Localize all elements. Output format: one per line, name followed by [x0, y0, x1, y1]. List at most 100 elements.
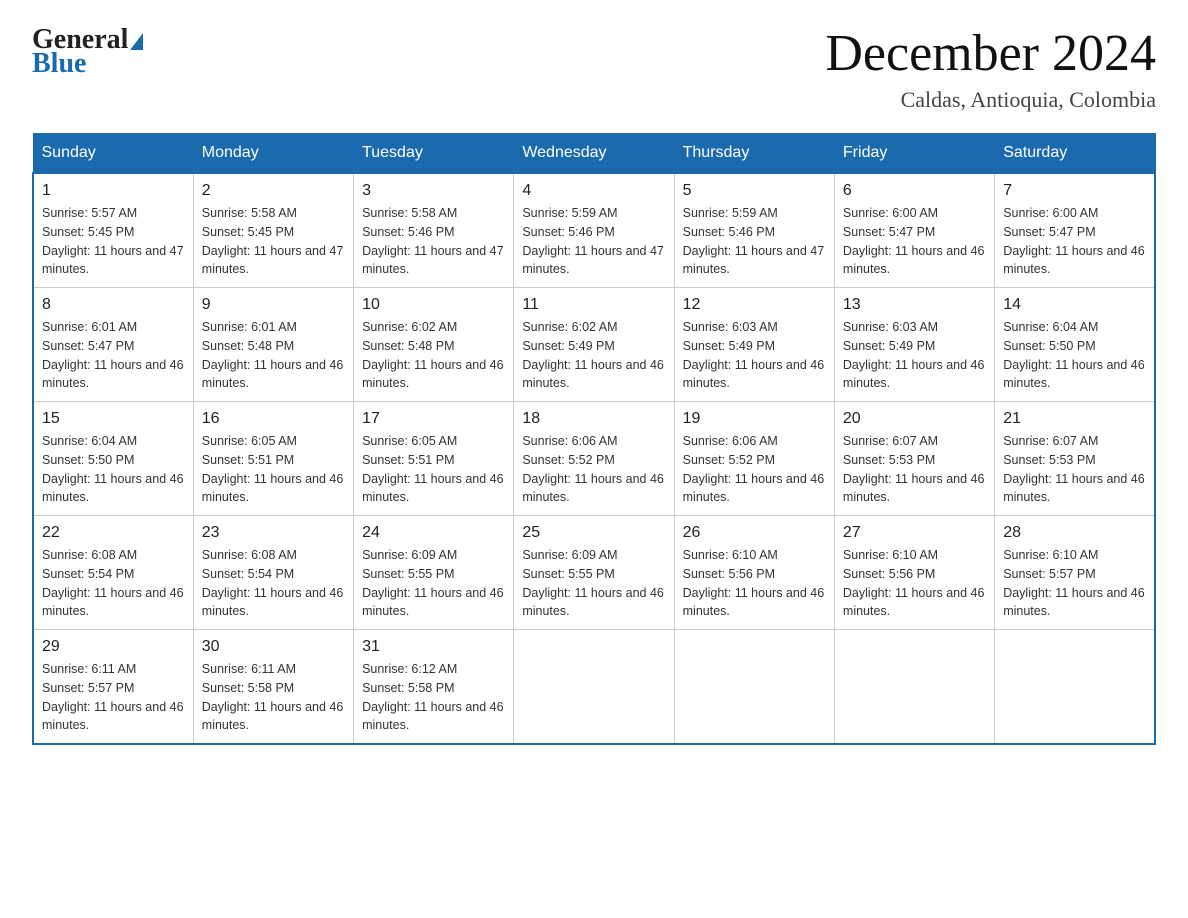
logo: General Blue: [32, 24, 143, 80]
week-row-3: 15 Sunrise: 6:04 AMSunset: 5:50 PMDaylig…: [33, 402, 1155, 516]
day-cell: [674, 630, 834, 745]
day-number: 29: [42, 638, 185, 656]
day-cell: 20 Sunrise: 6:07 AMSunset: 5:53 PMDaylig…: [834, 402, 994, 516]
day-cell: 3 Sunrise: 5:58 AMSunset: 5:46 PMDayligh…: [354, 173, 514, 288]
day-cell: 13 Sunrise: 6:03 AMSunset: 5:49 PMDaylig…: [834, 288, 994, 402]
col-header-friday: Friday: [834, 134, 994, 174]
day-cell: 8 Sunrise: 6:01 AMSunset: 5:47 PMDayligh…: [33, 288, 193, 402]
day-number: 17: [362, 410, 505, 428]
week-row-1: 1 Sunrise: 5:57 AMSunset: 5:45 PMDayligh…: [33, 173, 1155, 288]
day-cell: [995, 630, 1155, 745]
day-cell: 29 Sunrise: 6:11 AMSunset: 5:57 PMDaylig…: [33, 630, 193, 745]
day-number: 25: [522, 524, 665, 542]
day-info: Sunrise: 6:08 AMSunset: 5:54 PMDaylight:…: [42, 546, 185, 621]
day-info: Sunrise: 6:03 AMSunset: 5:49 PMDaylight:…: [843, 318, 986, 393]
day-info: Sunrise: 6:01 AMSunset: 5:48 PMDaylight:…: [202, 318, 345, 393]
day-info: Sunrise: 6:04 AMSunset: 5:50 PMDaylight:…: [1003, 318, 1146, 393]
day-cell: 12 Sunrise: 6:03 AMSunset: 5:49 PMDaylig…: [674, 288, 834, 402]
logo-container: General Blue: [32, 24, 143, 80]
day-info: Sunrise: 6:06 AMSunset: 5:52 PMDaylight:…: [522, 432, 665, 507]
day-info: Sunrise: 6:00 AMSunset: 5:47 PMDaylight:…: [843, 204, 986, 279]
day-cell: 25 Sunrise: 6:09 AMSunset: 5:55 PMDaylig…: [514, 516, 674, 630]
day-number: 18: [522, 410, 665, 428]
col-header-thursday: Thursday: [674, 134, 834, 174]
col-header-wednesday: Wednesday: [514, 134, 674, 174]
day-cell: 1 Sunrise: 5:57 AMSunset: 5:45 PMDayligh…: [33, 173, 193, 288]
day-info: Sunrise: 6:11 AMSunset: 5:58 PMDaylight:…: [202, 660, 345, 735]
col-header-monday: Monday: [193, 134, 353, 174]
day-info: Sunrise: 5:57 AMSunset: 5:45 PMDaylight:…: [42, 204, 185, 279]
week-row-5: 29 Sunrise: 6:11 AMSunset: 5:57 PMDaylig…: [33, 630, 1155, 745]
day-cell: 4 Sunrise: 5:59 AMSunset: 5:46 PMDayligh…: [514, 173, 674, 288]
day-info: Sunrise: 6:02 AMSunset: 5:49 PMDaylight:…: [522, 318, 665, 393]
day-number: 12: [683, 296, 826, 314]
calendar-title: December 2024: [825, 24, 1156, 83]
calendar-subtitle: Caldas, Antioquia, Colombia: [825, 87, 1156, 113]
logo-blue-text: Blue: [32, 48, 86, 79]
day-cell: [834, 630, 994, 745]
day-number: 6: [843, 182, 986, 200]
day-number: 26: [683, 524, 826, 542]
day-info: Sunrise: 6:07 AMSunset: 5:53 PMDaylight:…: [1003, 432, 1146, 507]
day-cell: 31 Sunrise: 6:12 AMSunset: 5:58 PMDaylig…: [354, 630, 514, 745]
day-cell: 28 Sunrise: 6:10 AMSunset: 5:57 PMDaylig…: [995, 516, 1155, 630]
title-area: December 2024 Caldas, Antioquia, Colombi…: [825, 24, 1156, 113]
day-info: Sunrise: 5:58 AMSunset: 5:45 PMDaylight:…: [202, 204, 345, 279]
day-number: 27: [843, 524, 986, 542]
day-cell: 15 Sunrise: 6:04 AMSunset: 5:50 PMDaylig…: [33, 402, 193, 516]
col-header-tuesday: Tuesday: [354, 134, 514, 174]
day-cell: 10 Sunrise: 6:02 AMSunset: 5:48 PMDaylig…: [354, 288, 514, 402]
day-number: 28: [1003, 524, 1146, 542]
logo-blue-part: [128, 33, 143, 56]
day-info: Sunrise: 6:10 AMSunset: 5:57 PMDaylight:…: [1003, 546, 1146, 621]
day-info: Sunrise: 5:59 AMSunset: 5:46 PMDaylight:…: [683, 204, 826, 279]
day-number: 31: [362, 638, 505, 656]
day-info: Sunrise: 6:01 AMSunset: 5:47 PMDaylight:…: [42, 318, 185, 393]
week-row-4: 22 Sunrise: 6:08 AMSunset: 5:54 PMDaylig…: [33, 516, 1155, 630]
day-number: 10: [362, 296, 505, 314]
day-number: 3: [362, 182, 505, 200]
day-number: 5: [683, 182, 826, 200]
col-header-sunday: Sunday: [33, 134, 193, 174]
day-info: Sunrise: 6:11 AMSunset: 5:57 PMDaylight:…: [42, 660, 185, 735]
day-cell: 17 Sunrise: 6:05 AMSunset: 5:51 PMDaylig…: [354, 402, 514, 516]
day-number: 24: [362, 524, 505, 542]
day-number: 19: [683, 410, 826, 428]
day-info: Sunrise: 6:02 AMSunset: 5:48 PMDaylight:…: [362, 318, 505, 393]
day-number: 21: [1003, 410, 1146, 428]
day-number: 14: [1003, 296, 1146, 314]
day-number: 11: [522, 296, 665, 314]
day-cell: 27 Sunrise: 6:10 AMSunset: 5:56 PMDaylig…: [834, 516, 994, 630]
day-cell: 7 Sunrise: 6:00 AMSunset: 5:47 PMDayligh…: [995, 173, 1155, 288]
day-cell: 5 Sunrise: 5:59 AMSunset: 5:46 PMDayligh…: [674, 173, 834, 288]
page-header: General Blue December 2024 Caldas, Antio…: [32, 24, 1156, 113]
calendar-table: SundayMondayTuesdayWednesdayThursdayFrid…: [32, 133, 1156, 745]
day-info: Sunrise: 6:06 AMSunset: 5:52 PMDaylight:…: [683, 432, 826, 507]
day-cell: [514, 630, 674, 745]
day-number: 2: [202, 182, 345, 200]
day-info: Sunrise: 6:05 AMSunset: 5:51 PMDaylight:…: [362, 432, 505, 507]
day-cell: 14 Sunrise: 6:04 AMSunset: 5:50 PMDaylig…: [995, 288, 1155, 402]
day-number: 16: [202, 410, 345, 428]
day-cell: 11 Sunrise: 6:02 AMSunset: 5:49 PMDaylig…: [514, 288, 674, 402]
day-info: Sunrise: 6:10 AMSunset: 5:56 PMDaylight:…: [683, 546, 826, 621]
day-number: 20: [843, 410, 986, 428]
day-info: Sunrise: 6:04 AMSunset: 5:50 PMDaylight:…: [42, 432, 185, 507]
day-info: Sunrise: 6:03 AMSunset: 5:49 PMDaylight:…: [683, 318, 826, 393]
day-number: 7: [1003, 182, 1146, 200]
day-cell: 23 Sunrise: 6:08 AMSunset: 5:54 PMDaylig…: [193, 516, 353, 630]
day-number: 9: [202, 296, 345, 314]
day-number: 15: [42, 410, 185, 428]
day-cell: 19 Sunrise: 6:06 AMSunset: 5:52 PMDaylig…: [674, 402, 834, 516]
calendar-header-row: SundayMondayTuesdayWednesdayThursdayFrid…: [33, 134, 1155, 174]
day-cell: 22 Sunrise: 6:08 AMSunset: 5:54 PMDaylig…: [33, 516, 193, 630]
day-info: Sunrise: 5:59 AMSunset: 5:46 PMDaylight:…: [522, 204, 665, 279]
day-info: Sunrise: 5:58 AMSunset: 5:46 PMDaylight:…: [362, 204, 505, 279]
day-number: 30: [202, 638, 345, 656]
day-cell: 24 Sunrise: 6:09 AMSunset: 5:55 PMDaylig…: [354, 516, 514, 630]
day-info: Sunrise: 6:05 AMSunset: 5:51 PMDaylight:…: [202, 432, 345, 507]
day-info: Sunrise: 6:00 AMSunset: 5:47 PMDaylight:…: [1003, 204, 1146, 279]
day-cell: 9 Sunrise: 6:01 AMSunset: 5:48 PMDayligh…: [193, 288, 353, 402]
day-cell: 16 Sunrise: 6:05 AMSunset: 5:51 PMDaylig…: [193, 402, 353, 516]
day-info: Sunrise: 6:09 AMSunset: 5:55 PMDaylight:…: [362, 546, 505, 621]
